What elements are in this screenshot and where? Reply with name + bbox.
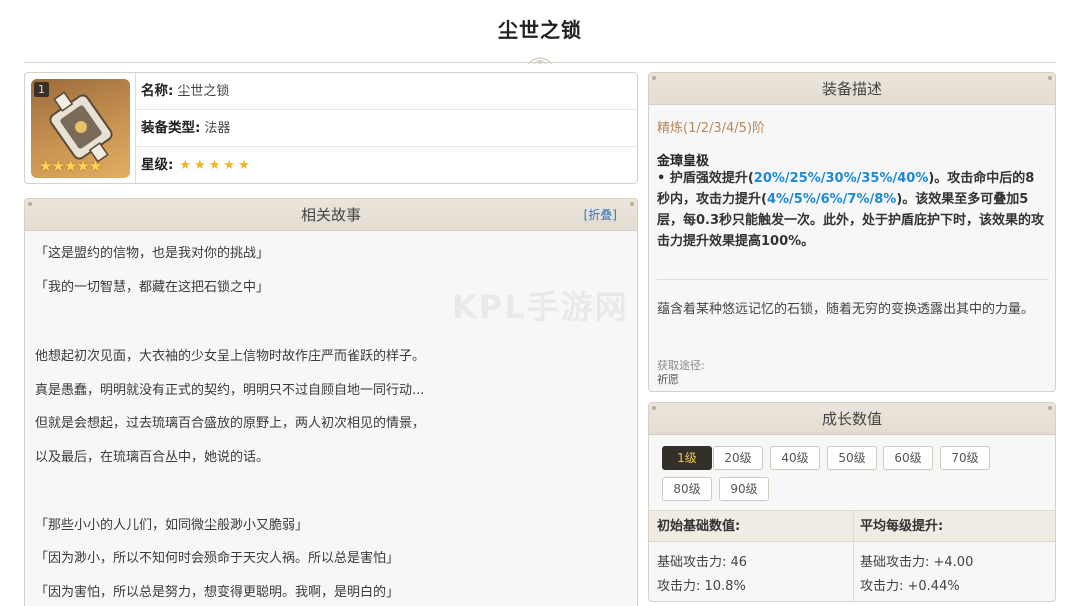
level-button-40[interactable]: 40级	[770, 446, 820, 470]
description-header: 装备描述	[649, 73, 1055, 105]
stats-divider	[853, 510, 854, 601]
effect-name: 金璋皇极	[657, 154, 710, 169]
watermark: KPL手游网	[452, 288, 629, 326]
story-line: 「我的一切智慧，都藏在这把石锁之中」	[35, 280, 270, 295]
name-label: 名称:	[141, 83, 174, 99]
level-button-1[interactable]: 1级	[662, 446, 712, 470]
corner-dot	[1048, 76, 1052, 80]
story-line: 「因为害怕，所以总是努力，想变得更聪明。我啊，是明白的」	[35, 585, 400, 600]
weapon-image: 1 ★★★★★	[31, 79, 130, 178]
corner-dot	[28, 202, 32, 206]
rarity-label: 星级:	[141, 157, 174, 173]
name-row: 名称: 尘世之锁	[136, 73, 637, 110]
corner-dot	[1048, 406, 1052, 410]
story-line: 真是愚蠢，明明就没有正式的契约，明明只不过自顾自地一同行动...	[35, 383, 425, 398]
effect-value-highlight: 20%/25%/30%/35%/40%	[753, 171, 929, 186]
story-title: 相关故事	[300, 206, 361, 224]
icon-rarity-stars: ★★★★★	[39, 157, 102, 175]
base-atk-pct-value: 攻击力: 10.8%	[657, 579, 746, 594]
effect-description: • 护盾强效提升(20%/25%/30%/35%/40%)。攻击命中后的8秒内，…	[657, 168, 1045, 252]
level-button-70[interactable]: 70级	[940, 446, 990, 470]
rarity-row: 星级: ★★★★★	[136, 147, 637, 183]
story-line: 以及最后，在琉璃百合丛中，她说的话。	[35, 450, 270, 465]
effect-value-highlight: 4%/5%/6%/7%/8%	[766, 192, 897, 207]
avg-atk-pct-value: 攻击力: +0.44%	[860, 579, 960, 594]
story-line: 「因为渺小，所以不知何时会殒命于天灾人祸。所以总是害怕」	[35, 551, 400, 566]
weapon-card: 1 ★★★★★ 名称: 尘世之锁 装备类型: 法器 星级: ★★★★★	[24, 72, 638, 184]
base-stats-header: 初始基础数值:	[657, 519, 741, 534]
corner-dot	[652, 406, 656, 410]
description-title: 装备描述	[821, 80, 882, 98]
level-button-20[interactable]: 20级	[713, 446, 763, 470]
type-row: 装备类型: 法器	[136, 110, 637, 147]
flavor-text: 蕴含着某种悠远记忆的石锁，随着无穷的变换透露出其中的力量。	[657, 302, 1035, 317]
story-line: 但就是会想起，过去琉璃百合盛放的原野上，两人初次相见的情景，	[35, 416, 426, 431]
level-button-50[interactable]: 50级	[827, 446, 877, 470]
corner-dot	[630, 202, 634, 206]
story-line: 他想起初次见面，大衣袖的少女呈上信物时故作庄严而雀跃的样子。	[35, 349, 426, 364]
refinement-text: 精炼(1/2/3/4/5)阶	[657, 121, 766, 136]
growth-panel: 成长数值 1级 20级 40级 50级 60级 70级 80级 90级 初始基础…	[648, 402, 1056, 602]
story-header: 相关故事 [折叠]	[25, 199, 637, 231]
avg-atk-value: 基础攻击力: +4.00	[860, 555, 974, 570]
level-button-80[interactable]: 80级	[662, 477, 712, 501]
story-line: 「这是盟约的信物，也是我对你的挑战」	[35, 246, 270, 261]
refine-badge: 1	[34, 82, 49, 97]
level-button-60[interactable]: 60级	[883, 446, 933, 470]
description-panel: 装备描述 精炼(1/2/3/4/5)阶 金璋皇极 • 护盾强效提升(20%/25…	[648, 72, 1056, 392]
page-title: 尘世之锁	[498, 18, 582, 42]
type-value: 法器	[204, 121, 231, 136]
description-divider	[657, 279, 1049, 280]
growth-title: 成长数值	[821, 410, 882, 428]
fold-toggle-link[interactable]: [折叠]	[584, 199, 617, 231]
source-value: 祈愿	[657, 373, 679, 386]
growth-header: 成长数值	[649, 403, 1055, 435]
ornament-icon	[527, 57, 553, 65]
level-button-90[interactable]: 90级	[719, 477, 769, 501]
effect-text: • 护盾强效提升(	[657, 171, 754, 186]
story-panel: 相关故事 [折叠] 「这是盟约的信物，也是我对你的挑战」 「我的一切智慧，都藏在…	[24, 198, 638, 606]
base-atk-value: 基础攻击力: 46	[657, 555, 748, 570]
corner-dot	[652, 76, 656, 80]
type-label: 装备类型:	[141, 120, 201, 136]
avg-growth-header: 平均每级提升:	[860, 519, 944, 534]
name-value: 尘世之锁	[177, 84, 230, 99]
story-line: 「那些小小的人儿们，如同微尘般渺小又脆弱」	[35, 518, 309, 533]
rarity-stars: ★★★★★	[179, 158, 253, 173]
